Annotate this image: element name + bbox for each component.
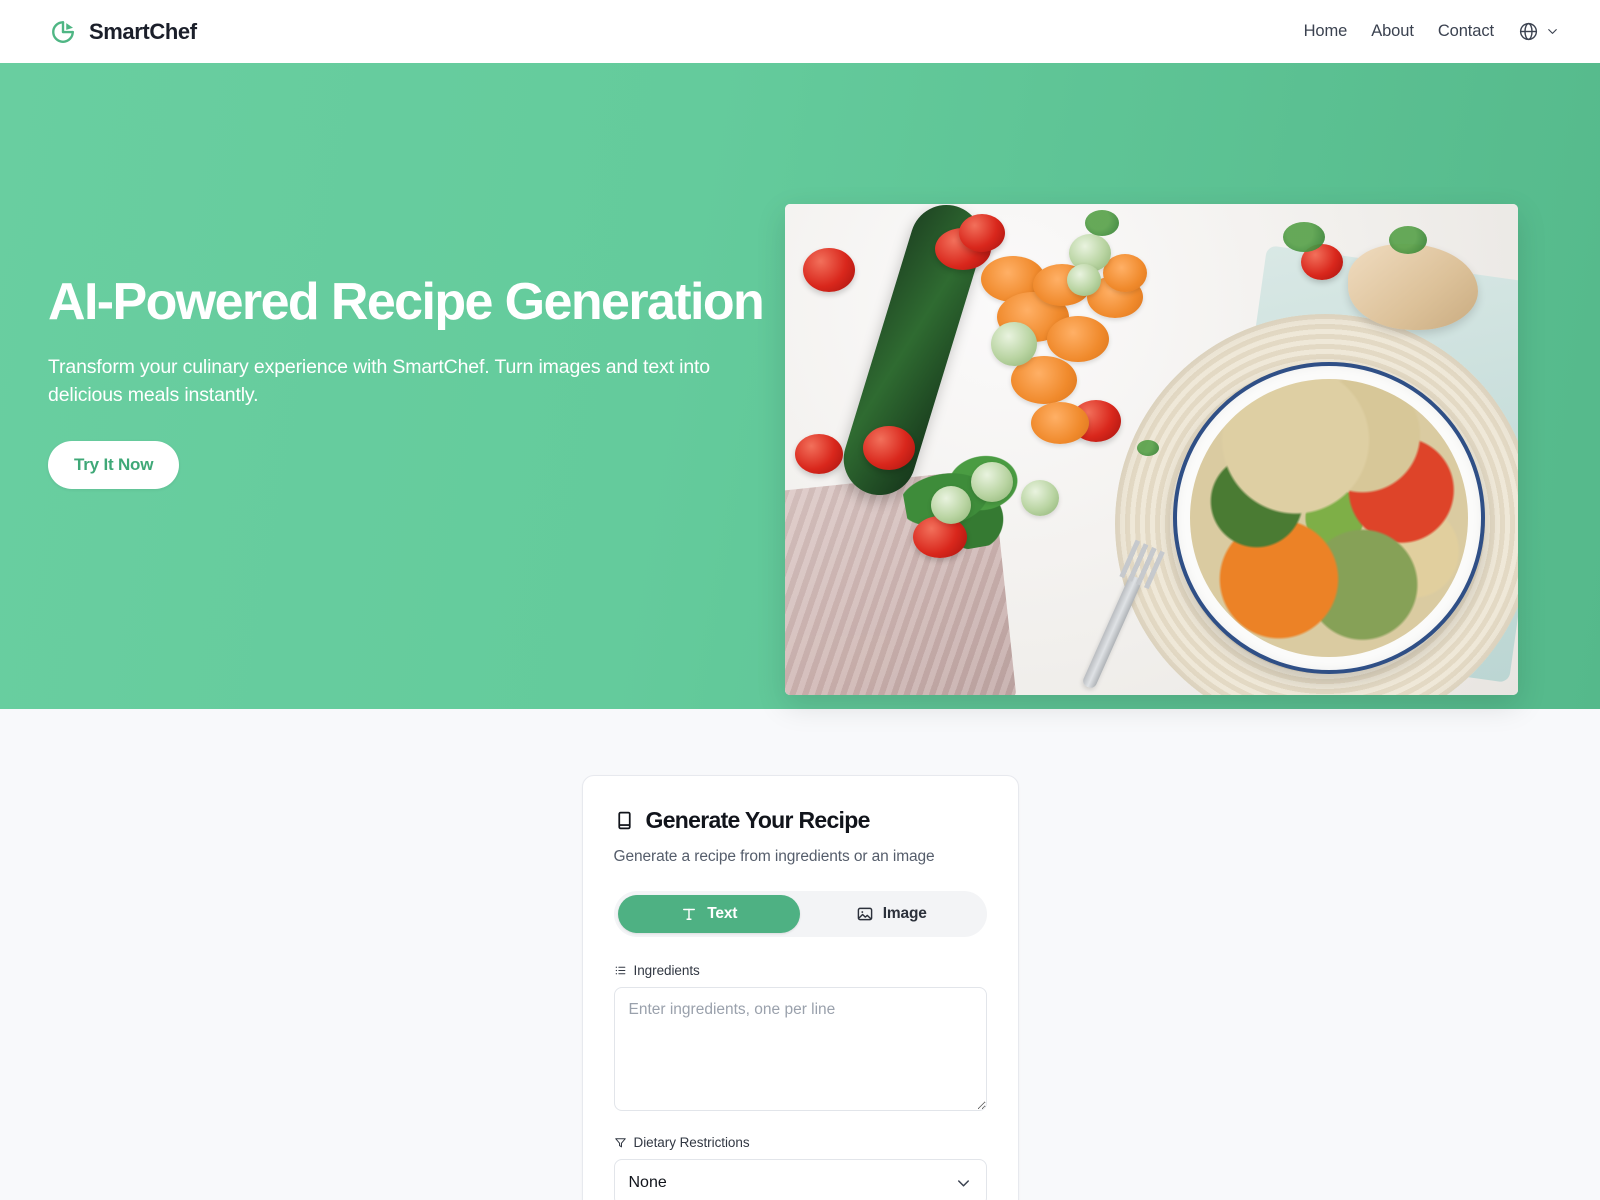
tomato-prop — [795, 434, 843, 474]
carrot-slice-prop — [1031, 402, 1089, 444]
dietary-label-text: Dietary Restrictions — [633, 1135, 750, 1150]
tab-text-label: Text — [707, 905, 738, 922]
brussels-sprout-prop — [1067, 264, 1101, 296]
card-subtitle: Generate a recipe from ingredients or an… — [613, 848, 935, 865]
salad-contents — [1190, 379, 1468, 657]
tomato-prop — [863, 426, 915, 470]
ingredients-input[interactable] — [613, 987, 987, 1111]
nav-item-home[interactable]: Home — [1292, 16, 1360, 47]
salad-bowl-prop — [1173, 362, 1485, 674]
nav-item-about[interactable]: About — [1359, 16, 1426, 47]
list-icon — [614, 964, 627, 977]
hero-food-image — [785, 204, 1518, 695]
globe-icon — [1518, 21, 1539, 42]
tab-image[interactable]: Image — [800, 895, 983, 933]
tab-image-label: Image — [882, 905, 927, 922]
book-icon — [614, 810, 635, 831]
brussels-sprout-prop — [991, 322, 1037, 366]
recipe-generator-card: Generate Your Recipe Generate a recipe f… — [581, 775, 1019, 1200]
dietary-label: Dietary Restrictions — [614, 1135, 987, 1150]
text-type-icon — [680, 905, 698, 923]
input-mode-tabs: Text Image — [613, 891, 987, 937]
site-header: SmartChef Home About Contact — [0, 0, 1600, 63]
brussels-sprout-prop — [1021, 480, 1059, 516]
nav-item-contact[interactable]: Contact — [1426, 16, 1506, 47]
ingredients-field: Ingredients — [613, 963, 987, 1116]
filter-funnel-icon — [614, 1136, 627, 1149]
tomato-prop — [803, 248, 855, 292]
parsley-prop — [1085, 210, 1119, 236]
image-picture-icon — [856, 905, 874, 923]
tab-text[interactable]: Text — [617, 895, 800, 933]
parsley-prop — [1283, 222, 1325, 252]
hero-section: AI-Powered Recipe Generation Transform y… — [0, 63, 1600, 709]
brussels-sprout-prop — [971, 462, 1013, 502]
card-header: Generate Your Recipe — [614, 807, 987, 834]
carrot-slice-prop — [1047, 316, 1109, 362]
ingredients-label: Ingredients — [614, 963, 987, 978]
main-content: Generate Your Recipe Generate a recipe f… — [0, 709, 1600, 1200]
tomato-prop — [959, 214, 1005, 252]
hero-text-block: AI-Powered Recipe Generation Transform y… — [48, 275, 778, 496]
parsley-prop — [1389, 226, 1427, 254]
dietary-select[interactable]: None — [613, 1159, 987, 1200]
try-it-now-button[interactable]: Try It Now — [48, 440, 180, 489]
language-selector[interactable] — [1518, 21, 1560, 42]
dietary-field: Dietary Restrictions None — [613, 1135, 987, 1200]
chevron-down-icon — [1545, 24, 1560, 39]
brand-name: SmartChef — [89, 18, 197, 44]
brand-logo[interactable]: SmartChef — [48, 17, 197, 47]
page-title: Generate Your Recipe — [645, 807, 871, 833]
food-photo-illustration — [785, 204, 1518, 695]
main-nav: Home About Contact — [1292, 16, 1560, 47]
parsley-prop — [1137, 440, 1159, 456]
hero-subtitle: Transform your culinary experience with … — [48, 356, 710, 407]
dietary-select-wrapper: None — [613, 1159, 987, 1200]
hero-title: AI-Powered Recipe Generation — [48, 273, 765, 332]
pie-chart-logo-icon — [48, 17, 78, 47]
ingredients-label-text: Ingredients — [633, 963, 700, 978]
brussels-sprout-prop — [931, 486, 971, 524]
